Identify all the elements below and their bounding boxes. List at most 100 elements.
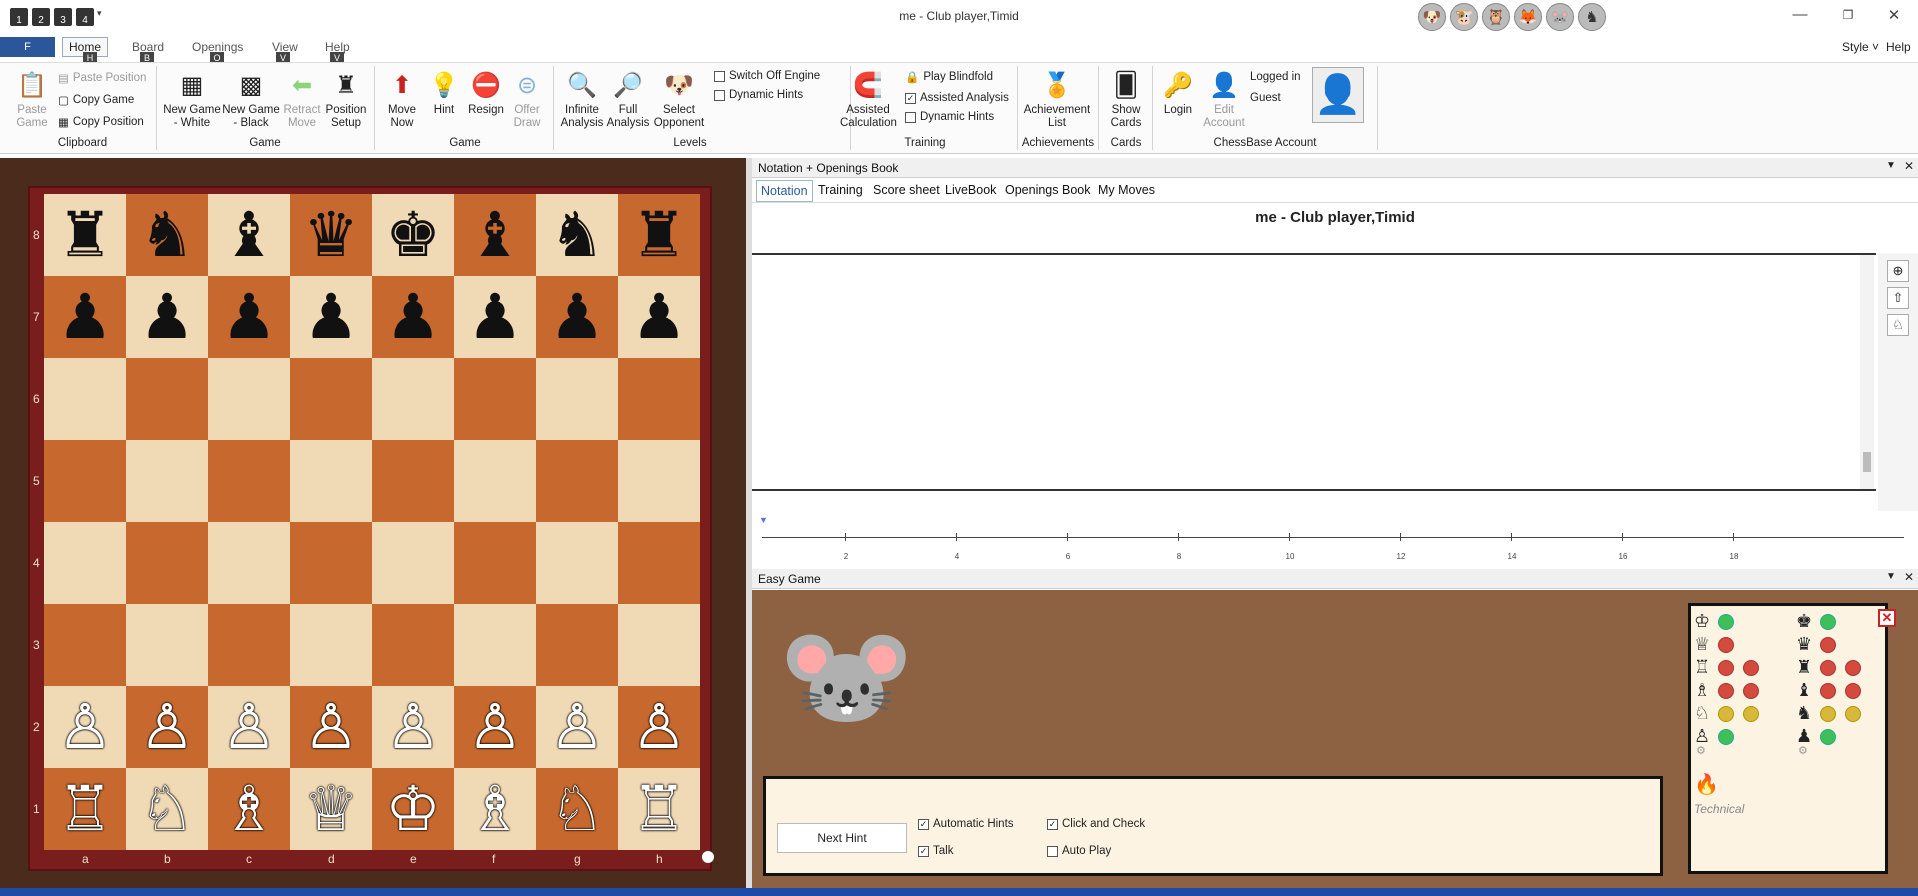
square-g6[interactable] bbox=[536, 358, 618, 440]
tab-livebook[interactable]: LiveBook bbox=[945, 183, 996, 197]
square-f1[interactable]: ♗ bbox=[454, 768, 536, 850]
square-d1[interactable]: ♕ bbox=[290, 768, 372, 850]
square-d4[interactable] bbox=[290, 522, 372, 604]
square-b1[interactable]: ♘ bbox=[126, 768, 208, 850]
square-a7[interactable]: ♟ bbox=[44, 276, 126, 358]
square-b4[interactable] bbox=[126, 522, 208, 604]
file-tab[interactable]: F bbox=[0, 37, 55, 57]
paste-position-button[interactable]: ▤ Paste Position bbox=[58, 71, 146, 85]
square-e7[interactable]: ♟ bbox=[372, 276, 454, 358]
login-button[interactable]: 🔑 Login bbox=[1158, 70, 1198, 117]
chess-board[interactable]: ♜ ♞ ♝ ♛ ♚ ♝ ♞ ♜ ♟ ♟ ♟ ♟ ♟ ♟ ♟ ♟ ♙ ♙ ♙ ♙ ♙ ♙ ♙ ♙ ♖ ♘ ♗ ♕ ♔ ♗ ♘ ♖ bbox=[44, 194, 700, 850]
chess-piece[interactable]: ♙ bbox=[549, 690, 605, 763]
notation-area[interactable] bbox=[752, 253, 1876, 491]
square-f3[interactable] bbox=[454, 604, 536, 686]
square-a2[interactable]: ♙ bbox=[44, 686, 126, 768]
checkbox-checked[interactable]: ✓ bbox=[1047, 818, 1058, 830]
chess-piece[interactable]: ♙ bbox=[303, 690, 359, 763]
chess-piece[interactable]: ♙ bbox=[467, 690, 523, 763]
opponent-fox-icon[interactable]: 🦊 bbox=[1514, 3, 1542, 31]
chess-piece[interactable]: ♞ bbox=[549, 198, 605, 271]
square-c8[interactable]: ♝ bbox=[208, 194, 290, 276]
square-g7[interactable]: ♟ bbox=[536, 276, 618, 358]
checkbox[interactable] bbox=[714, 89, 725, 101]
resign-button[interactable]: ⛔ Resign bbox=[466, 70, 506, 117]
select-opponent-button[interactable]: 🐶 Select Opponent bbox=[652, 70, 706, 130]
chess-piece[interactable]: ♙ bbox=[631, 690, 687, 763]
close-icon[interactable]: ✕ bbox=[1880, 6, 1908, 24]
full-analysis-button[interactable]: 🔎 Full Analysis bbox=[606, 70, 650, 130]
chess-piece[interactable]: ♙ bbox=[139, 690, 195, 763]
square-g3[interactable] bbox=[536, 604, 618, 686]
copy-game-button[interactable]: ▢ Copy Game bbox=[58, 93, 134, 107]
edit-account-button[interactable]: 👤 Edit Account bbox=[1202, 70, 1246, 130]
evaluation-timeline[interactable] bbox=[752, 513, 1918, 563]
square-e1[interactable]: ♔ bbox=[372, 768, 454, 850]
insert-variation-icon[interactable]: ⊕ bbox=[1887, 260, 1909, 282]
opponent-bull-icon[interactable]: 🐮 bbox=[1450, 3, 1478, 31]
square-a1[interactable]: ♖ bbox=[44, 768, 126, 850]
tab-notation[interactable]: Notation bbox=[756, 180, 813, 202]
checkbox-checked[interactable]: ✓ bbox=[905, 92, 916, 104]
square-a4[interactable] bbox=[44, 522, 126, 604]
square-f6[interactable] bbox=[454, 358, 536, 440]
checkbox-checked[interactable]: ✓ bbox=[918, 818, 929, 830]
square-d8[interactable]: ♛ bbox=[290, 194, 372, 276]
square-h3[interactable] bbox=[618, 604, 700, 686]
assisted-analysis-checkbox[interactable]: ✓ Assisted Analysis bbox=[905, 92, 1009, 104]
pane-close-icon[interactable]: ✕ bbox=[1904, 570, 1914, 584]
style-menu[interactable]: Style ˅ bbox=[1842, 40, 1879, 54]
square-a3[interactable] bbox=[44, 604, 126, 686]
chess-piece[interactable]: ♟ bbox=[221, 280, 277, 353]
chess-piece[interactable]: ♖ bbox=[631, 772, 687, 845]
square-a5[interactable] bbox=[44, 440, 126, 522]
square-b6[interactable] bbox=[126, 358, 208, 440]
opponent-dog-icon[interactable]: 🐶 bbox=[1418, 3, 1446, 31]
restore-icon[interactable]: ❐ bbox=[1834, 8, 1862, 22]
square-d3[interactable] bbox=[290, 604, 372, 686]
chess-piece[interactable]: ♟ bbox=[57, 280, 113, 353]
square-d6[interactable] bbox=[290, 358, 372, 440]
square-b5[interactable] bbox=[126, 440, 208, 522]
new-game-black-button[interactable]: ▩ New Game - Black bbox=[222, 70, 280, 130]
position-setup-button[interactable]: ♜ Position Setup bbox=[324, 70, 368, 130]
square-h7[interactable]: ♟ bbox=[618, 276, 700, 358]
square-h2[interactable]: ♙ bbox=[618, 686, 700, 768]
square-d5[interactable] bbox=[290, 440, 372, 522]
square-c6[interactable] bbox=[208, 358, 290, 440]
assisted-calculation-button[interactable]: 🧲 Assisted Calculation bbox=[840, 70, 897, 130]
square-c2[interactable]: ♙ bbox=[208, 686, 290, 768]
square-a8[interactable]: ♜ bbox=[44, 194, 126, 276]
pane-close-icon[interactable]: ✕ bbox=[1904, 159, 1914, 173]
square-h8[interactable]: ♜ bbox=[618, 194, 700, 276]
chess-piece[interactable]: ♙ bbox=[385, 690, 441, 763]
square-e2[interactable]: ♙ bbox=[372, 686, 454, 768]
click-and-check-checkbox[interactable]: ✓ Click and Check bbox=[1047, 818, 1145, 830]
chess-piece[interactable]: ♟ bbox=[303, 280, 359, 353]
tab-training[interactable]: Training bbox=[818, 183, 863, 197]
chess-piece[interactable]: ♘ bbox=[139, 772, 195, 845]
dynamic-hints-checkbox-levels[interactable]: Dynamic Hints bbox=[714, 89, 803, 101]
chess-piece[interactable]: ♝ bbox=[221, 198, 277, 271]
promote-variation-icon[interactable]: ⇧ bbox=[1887, 287, 1909, 309]
checkbox[interactable] bbox=[714, 70, 725, 82]
square-c4[interactable] bbox=[208, 522, 290, 604]
chess-piece[interactable]: ♟ bbox=[385, 280, 441, 353]
square-f5[interactable] bbox=[454, 440, 536, 522]
square-g5[interactable] bbox=[536, 440, 618, 522]
talk-checkbox[interactable]: ✓ Talk bbox=[918, 845, 953, 857]
offer-draw-button[interactable]: ⊜ Offer Draw bbox=[508, 70, 546, 130]
opponent-mouse-icon[interactable]: 🐭 bbox=[1546, 3, 1574, 31]
square-d2[interactable]: ♙ bbox=[290, 686, 372, 768]
move-now-button[interactable]: ⬆ Move Now bbox=[383, 70, 421, 130]
square-c3[interactable] bbox=[208, 604, 290, 686]
chess-piece[interactable]: ♖ bbox=[57, 772, 113, 845]
opponent-owl-icon[interactable]: 🦉 bbox=[1482, 3, 1510, 31]
hint-button[interactable]: 💡 Hint bbox=[425, 70, 463, 117]
square-e5[interactable] bbox=[372, 440, 454, 522]
square-g8[interactable]: ♞ bbox=[536, 194, 618, 276]
pane-menu-icon[interactable]: ▼ bbox=[1886, 160, 1896, 171]
tab-openings-book[interactable]: Openings Book bbox=[1005, 183, 1090, 197]
auto-play-checkbox[interactable]: Auto Play bbox=[1047, 845, 1111, 857]
square-h6[interactable] bbox=[618, 358, 700, 440]
